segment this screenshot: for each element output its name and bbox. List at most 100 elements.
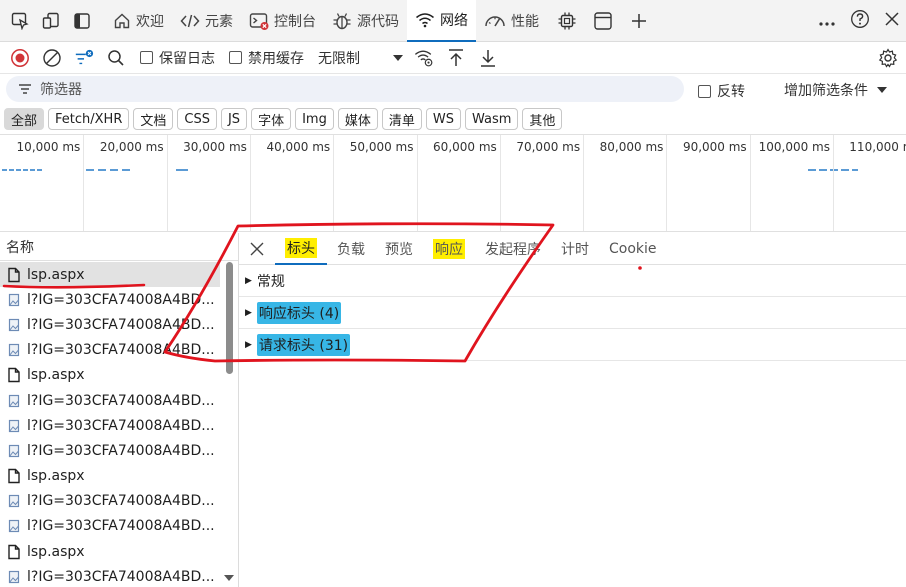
scrollbar-thumb[interactable] (226, 262, 233, 374)
timeline-gridline (749, 135, 751, 231)
request-row[interactable]: l?IG=303CFA74008A4BD... (0, 413, 220, 438)
detail-tab-preview[interactable]: 预览 (375, 233, 423, 265)
request-headers-section-header[interactable]: ▶ 请求标头 (31) (239, 329, 906, 361)
wifi-icon (415, 12, 435, 28)
request-row[interactable]: l?IG=303CFA74008A4BD... (0, 388, 220, 413)
preserve-log-checkbox[interactable]: 保留日志 (140, 48, 215, 68)
filter-chip[interactable]: Wasm (464, 108, 519, 130)
record-icon[interactable] (10, 48, 30, 68)
invert-checkbox[interactable]: 反转 (698, 81, 745, 101)
detail-tab-cookie[interactable]: Cookie (599, 233, 667, 265)
request-row[interactable]: lsp.aspx (0, 363, 220, 388)
more-options-icon[interactable] (818, 12, 836, 31)
network-settings-gear-icon[interactable] (878, 48, 898, 68)
checkbox-box[interactable] (140, 51, 153, 64)
detail-tab-response[interactable]: 响应 (423, 233, 475, 265)
scroll-down-icon[interactable] (223, 574, 235, 585)
request-row[interactable]: l?IG=303CFA74008A4BD... (0, 312, 220, 337)
request-name: l?IG=303CFA74008A4BD... (27, 291, 215, 308)
export-har-icon[interactable] (478, 48, 498, 68)
document-icon (6, 267, 22, 283)
filter-chip[interactable]: CSS (177, 108, 217, 130)
filter-chip[interactable]: 字体 (251, 108, 292, 130)
tab-console[interactable]: 控制台 (241, 1, 324, 41)
filter-chip[interactable]: Fetch/XHR (48, 108, 130, 130)
timeline-tick-label: 60,000 ms (433, 140, 497, 154)
tab-sources[interactable]: 源代码 (324, 1, 407, 41)
response-headers-section-header[interactable]: ▶ 响应标头 (4) (239, 297, 906, 329)
image-file-icon (6, 317, 22, 333)
timeline-tick-label: 20,000 ms (99, 140, 164, 154)
request-row[interactable]: lsp.aspx (0, 464, 220, 489)
request-list-scrollbar[interactable] (222, 262, 236, 587)
request-row[interactable]: l?IG=303CFA74008A4BD... (0, 287, 220, 312)
request-row[interactable]: l?IG=303CFA74008A4BD... (0, 514, 220, 539)
name-column-header[interactable]: 名称 (0, 233, 238, 261)
timeline-tick-label: 10,000 ms (16, 140, 81, 154)
dock-sidebar-icon[interactable] (71, 10, 93, 32)
detail-tab-timing[interactable]: 计时 (551, 233, 599, 265)
close-devtools-icon[interactable] (884, 11, 900, 31)
detail-tab-label: 标头 (285, 237, 317, 258)
timeline-overview[interactable]: 10,000 ms 20,000 ms 30,000 ms 40,000 ms 50,0… (0, 134, 906, 232)
device-emulation-icon[interactable] (40, 10, 62, 32)
filter-chip[interactable]: Img (295, 108, 334, 130)
filter-input[interactable]: 筛选器 (6, 76, 684, 102)
section-label: 请求标头 (31) (256, 333, 351, 356)
home-icon (113, 12, 131, 30)
filter-toggle-icon[interactable] (74, 48, 94, 68)
filter-chip[interactable]: 其他 (522, 108, 563, 130)
checkbox-box[interactable] (229, 51, 242, 64)
filter-chip[interactable]: 文档 (133, 108, 174, 130)
filter-chip[interactable]: 媒体 (337, 108, 378, 130)
tab-label: 欢迎 (136, 13, 164, 30)
throttling-select[interactable]: 无限制 (318, 48, 360, 68)
request-row[interactable]: l?IG=303CFA74008A4BD... (0, 564, 220, 587)
section-label: 常规 (256, 273, 285, 290)
detail-tab-initiator[interactable]: 发起程序 (475, 233, 551, 265)
application-panel-icon[interactable] (592, 10, 614, 32)
timeline-gridline (499, 135, 501, 231)
request-name: l?IG=303CFA74008A4BD... (27, 417, 215, 434)
filter-chip[interactable]: 清单 (381, 108, 422, 130)
request-name: l?IG=303CFA74008A4BD... (27, 392, 215, 409)
network-conditions-icon[interactable] (414, 48, 434, 68)
import-har-icon[interactable] (446, 48, 466, 68)
detail-tab-label: 响应 (433, 238, 465, 259)
more-filters-dropdown[interactable]: 增加筛选条件 (784, 80, 888, 100)
timeline-tick-label: 100,000 ms (758, 140, 830, 154)
request-row[interactable]: l?IG=303CFA74008A4BD... (0, 438, 220, 463)
search-icon[interactable] (106, 48, 126, 68)
request-name: lsp.aspx (27, 543, 85, 560)
checkbox-box[interactable] (698, 84, 711, 98)
filter-chip[interactable]: 全部 (4, 108, 45, 130)
tab-network[interactable]: 网络 (407, 0, 476, 42)
general-section-header[interactable]: ▶ 常规 (239, 265, 906, 297)
timeline-tick-label: 30,000 ms (183, 140, 247, 154)
request-row[interactable]: l?IG=303CFA74008A4BD... (0, 338, 220, 363)
request-row[interactable]: lsp.aspx (0, 539, 220, 564)
image-file-icon (6, 518, 22, 534)
disable-cache-checkbox[interactable]: 禁用缓存 (229, 48, 304, 68)
close-detail-icon[interactable] (239, 241, 275, 257)
tab-welcome[interactable]: 欢迎 (105, 1, 172, 41)
add-tab-icon[interactable] (628, 10, 650, 32)
throttling-dropdown-icon[interactable] (392, 54, 404, 62)
help-icon[interactable] (850, 9, 870, 33)
request-name: l?IG=303CFA74008A4BD... (27, 316, 215, 333)
detail-tab-headers[interactable]: 标头 (275, 233, 327, 265)
filter-chip[interactable]: JS (220, 108, 248, 130)
request-row[interactable]: lsp.aspx (0, 262, 220, 288)
filter-chip[interactable]: WS (425, 108, 461, 130)
clear-icon[interactable] (42, 48, 62, 68)
chevron-down-icon (876, 83, 888, 97)
tab-elements[interactable]: 元素 (172, 1, 241, 41)
timeline-tick-label: 80,000 ms (599, 140, 664, 154)
detail-tab-payload[interactable]: 负载 (327, 233, 375, 265)
filter-placeholder: 筛选器 (40, 82, 82, 98)
memory-chip-icon[interactable] (556, 10, 578, 32)
image-file-icon (6, 418, 22, 434)
request-row[interactable]: l?IG=303CFA74008A4BD... (0, 489, 220, 514)
inspect-icon[interactable] (9, 10, 31, 32)
tab-performance[interactable]: 性能 (476, 1, 547, 41)
